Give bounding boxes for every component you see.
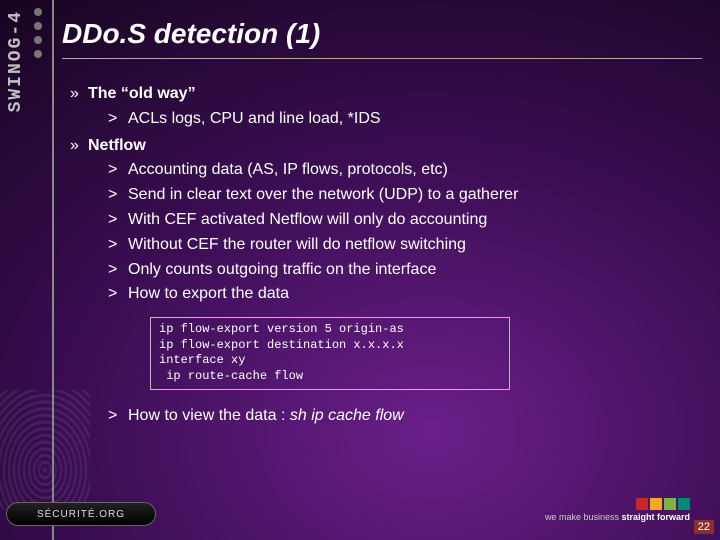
tagline-bold: straight forward [621, 512, 690, 522]
brand-squares [636, 498, 690, 510]
bullet-old-way: » The “old way” [70, 82, 700, 107]
list-text: Accounting data (AS, IP flows, protocols… [128, 158, 448, 183]
bullet-marker: » [70, 134, 88, 159]
bullet-netflow: » Netflow [70, 134, 700, 159]
chevron-icon: > [108, 282, 128, 307]
list-text: How to export the data [128, 282, 289, 307]
title-underline [62, 58, 702, 59]
list-item: > With CEF activated Netflow will only d… [108, 208, 700, 233]
chevron-icon: > [108, 233, 128, 258]
view-text-prefix: How to view the data : [128, 407, 290, 424]
chevron-icon: > [108, 158, 128, 183]
footer-tagline: we make business straight forward [545, 512, 690, 522]
chevron-icon: > [108, 404, 128, 429]
bullet-label: Netflow [88, 134, 146, 159]
chevron-icon: > [108, 208, 128, 233]
list-text: ACLs logs, CPU and line load, *IDS [128, 107, 381, 132]
list-text: Only counts outgoing traffic on the inte… [128, 258, 436, 283]
chevron-icon: > [108, 258, 128, 283]
list-text: Send in clear text over the network (UDP… [128, 183, 518, 208]
chevron-icon: > [108, 107, 128, 132]
list-text: With CEF activated Netflow will only do … [128, 208, 487, 233]
list-text: Without CEF the router will do netflow s… [128, 233, 466, 258]
footer-logo-left: SÉCURITÉ.ORG [6, 502, 156, 526]
list-text: How to view the data : sh ip cache flow [128, 404, 404, 429]
list-item: > Send in clear text over the network (U… [108, 183, 700, 208]
page-number: 22 [694, 520, 714, 534]
chevron-icon: > [108, 183, 128, 208]
footer-logo-right: we make business straight forward [545, 498, 690, 522]
list-item: > ACLs logs, CPU and line load, *IDS [108, 107, 700, 132]
bullet-marker: » [70, 82, 88, 107]
page-title: DDo.S detection (1) [62, 18, 320, 50]
vertical-rule [52, 0, 54, 540]
tagline-prefix: we make business [545, 512, 622, 522]
slide-content: » The “old way” > ACLs logs, CPU and lin… [70, 80, 700, 428]
bullet-label: The “old way” [88, 82, 196, 107]
sidebar-dots [34, 8, 42, 58]
sidebar-label: SWINOG-4 [6, 10, 26, 112]
list-item: > How to view the data : sh ip cache flo… [108, 404, 700, 429]
code-block: ip flow-export version 5 origin-as ip fl… [150, 317, 510, 389]
list-item: > Only counts outgoing traffic on the in… [108, 258, 700, 283]
list-item: > Without CEF the router will do netflow… [108, 233, 700, 258]
list-item: > Accounting data (AS, IP flows, protoco… [108, 158, 700, 183]
list-item: > How to export the data [108, 282, 700, 307]
view-command: sh ip cache flow [290, 407, 404, 424]
